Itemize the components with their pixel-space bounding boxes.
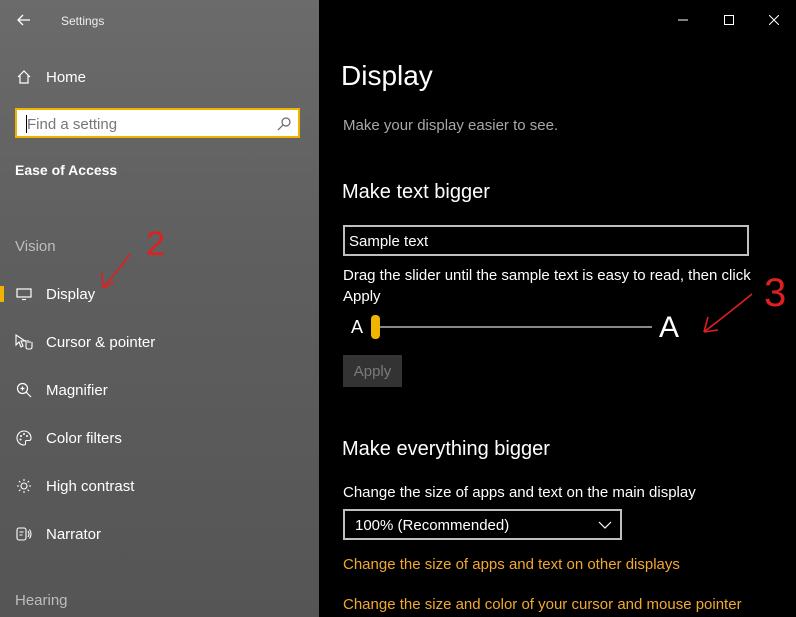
group-label-vision: Vision [15,238,56,255]
sidebar-item-label: High contrast [46,477,135,495]
minimize-icon [678,19,688,21]
sidebar-item-narrator[interactable]: Narrator [0,514,319,554]
sidebar-item-display[interactable]: Display [0,274,319,314]
close-button[interactable] [751,6,796,34]
sidebar-item-label: Display [46,285,96,303]
back-button[interactable] [6,6,42,34]
text-size-slider-thumb[interactable] [371,315,380,339]
close-icon [769,15,779,25]
link-cursor-pointer[interactable]: Change the size and color of your cursor… [343,596,742,613]
maximize-button[interactable] [706,6,752,34]
scale-label: Change the size of apps and text on the … [343,484,696,501]
sidebar-item-label: Magnifier [46,381,108,399]
sidebar: Settings Home Ease of Access Vision Disp… [0,0,319,617]
sidebar-item-high-contrast[interactable]: High contrast [0,466,319,506]
selection-indicator [0,286,4,302]
sidebar-item-magnifier[interactable]: Magnifier [0,370,319,410]
sample-text-preview: Sample text [343,225,749,256]
sidebar-item-label: Color filters [46,429,122,447]
maximize-icon [724,15,734,25]
magnifier-icon [15,381,33,399]
sidebar-item-cursor-pointer[interactable]: Cursor & pointer [0,322,319,362]
page-title: Display [341,60,433,91]
large-text-glyph: A [659,311,680,344]
sidebar-item-color-filters[interactable]: Color filters [0,418,319,458]
main-panel: Display Make your display easier to see.… [319,0,796,617]
scale-dropdown[interactable]: 100% (Recommended) [343,509,622,540]
search-box[interactable] [15,108,300,138]
small-text-glyph: A [351,317,364,337]
palette-icon [15,429,33,447]
back-arrow-icon [17,14,30,26]
section-heading-text-bigger: Make text bigger [342,181,490,203]
monitor-icon [15,285,33,303]
search-input[interactable] [27,115,272,133]
search-icon[interactable] [276,116,292,132]
page-description: Make your display easier to see. [343,117,559,134]
chevron-down-icon [598,521,612,529]
home-icon [15,68,33,86]
minimize-button[interactable] [660,6,706,34]
link-other-displays[interactable]: Change the size of apps and text on othe… [343,556,680,573]
pointer-icon [15,333,33,351]
sidebar-item-label: Narrator [46,525,102,543]
nav-home[interactable]: Home [0,57,319,97]
slider-hint: Drag the slider until the sample text is… [343,267,751,305]
group-label-hearing: Hearing [15,592,68,609]
section-title: Ease of Access [15,162,118,178]
nav-home-label: Home [46,68,87,86]
narrator-icon [15,525,33,543]
section-heading-everything-bigger: Make everything bigger [342,438,550,460]
sun-icon [15,477,33,495]
text-size-slider-track[interactable] [372,326,652,328]
apply-button[interactable]: Apply [343,355,402,387]
app-title: Settings [61,14,105,28]
scale-dropdown-value: 100% (Recommended) [355,517,510,534]
sidebar-item-label: Cursor & pointer [46,333,156,351]
